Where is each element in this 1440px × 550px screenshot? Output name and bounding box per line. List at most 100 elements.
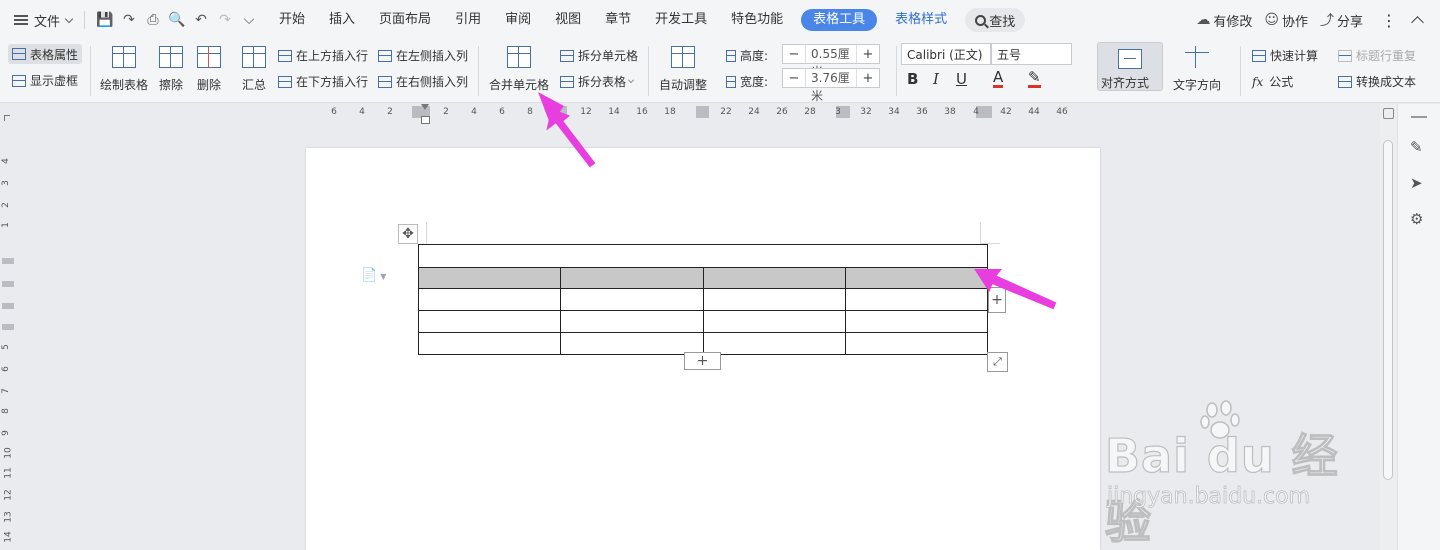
customize-icon[interactable]: ⌵ — [237, 8, 261, 32]
height-increase-button[interactable]: + — [857, 47, 879, 62]
height-value[interactable]: 0.55厘米 — [805, 45, 857, 79]
tab-review[interactable]: 审阅 — [493, 0, 543, 40]
tab-table-tools[interactable]: 表格工具 — [801, 9, 878, 31]
erase-button[interactable]: 擦除 — [159, 46, 183, 93]
italic-button[interactable]: I — [933, 70, 939, 88]
insert-row-below-button[interactable]: 在下方插入行 — [278, 73, 368, 90]
table-cell[interactable] — [560, 332, 704, 355]
document-table[interactable] — [417, 244, 989, 355]
tab-section[interactable]: 章节 — [593, 0, 643, 40]
tab-page-layout[interactable]: 页面布局 — [367, 0, 443, 40]
formula-button[interactable]: fx 公式 — [1252, 73, 1293, 90]
collapse-ribbon-button[interactable] — [1411, 13, 1424, 29]
width-decrease-button[interactable]: − — [783, 71, 805, 86]
tab-developer[interactable]: 开发工具 — [643, 0, 719, 40]
table-cell[interactable] — [844, 288, 989, 311]
tab-special[interactable]: 特色功能 — [719, 0, 795, 40]
pen-icon[interactable]: ✎ — [1410, 138, 1423, 156]
table-cell[interactable] — [417, 332, 562, 355]
table-cell[interactable] — [417, 288, 562, 311]
table-properties-button[interactable]: 表格属性 — [8, 44, 83, 64]
merged-cell[interactable] — [418, 244, 988, 268]
highlight-button[interactable]: ✎ — [1028, 70, 1041, 88]
font-color-button[interactable]: A — [993, 70, 1004, 88]
insert-col-left-button[interactable]: 在左侧插入列 — [378, 47, 468, 64]
search-button[interactable]: 查找 — [965, 8, 1026, 32]
panel-handle[interactable] — [1411, 116, 1427, 118]
file-menu[interactable]: 文件 — [0, 0, 76, 40]
bold-button[interactable]: B — [907, 70, 918, 88]
settings-sliders-icon[interactable]: ⚙ — [1410, 210, 1423, 228]
table-cell[interactable] — [702, 332, 846, 355]
table-cell[interactable] — [702, 267, 846, 289]
split-cells-button[interactable]: 拆分单元格 — [560, 47, 638, 64]
table-cell[interactable] — [417, 310, 562, 333]
horizontal-ruler[interactable]: 6 4 2 2 4 6 8 12 14 16 18 22 24 26 28 3 32 34 36 38 4 42 44 46 — [0, 104, 1380, 124]
ruler-tick-label: 8 — [0, 408, 11, 414]
tab-table-style[interactable]: 表格样式 — [883, 0, 959, 40]
tab-view[interactable]: 视图 — [543, 0, 593, 40]
collab-button[interactable]: ☺ 协作 — [1264, 11, 1308, 30]
paragraph-options-icon[interactable]: 📄 ▼ — [361, 268, 386, 283]
text-direction-button[interactable]: 文字方向 — [1173, 46, 1221, 93]
export-icon[interactable]: ↷ — [117, 8, 141, 32]
convert-to-text-button[interactable]: 转换成文本 — [1338, 73, 1416, 90]
table-cell[interactable] — [844, 332, 989, 355]
delete-button[interactable]: 删除 — [197, 46, 221, 93]
table-cell[interactable] — [844, 310, 989, 333]
width-increase-button[interactable]: + — [857, 71, 879, 86]
table-row — [418, 244, 988, 268]
quick-calc-button[interactable]: 快速计算 — [1252, 47, 1318, 64]
table-cell[interactable] — [560, 288, 704, 311]
height-spinner[interactable]: − 0.55厘米 + — [782, 44, 880, 79]
insert-col-right-button[interactable]: 在右侧插入列 — [378, 73, 468, 90]
repeat-header-icon — [1338, 49, 1352, 62]
font-name-select[interactable]: Calibri (正文) — [901, 43, 991, 65]
undo-icon[interactable]: ↶ — [189, 8, 213, 32]
print-preview-icon[interactable]: 🔍 — [165, 8, 189, 32]
add-column-button[interactable]: + — [988, 287, 1006, 313]
tab-home[interactable]: 开始 — [267, 0, 317, 40]
width-spinner[interactable]: − 3.76厘米 + — [782, 68, 880, 103]
merge-cells-button[interactable]: 合并单元格 — [489, 46, 549, 93]
ruler-column-marker[interactable] — [696, 106, 709, 118]
add-row-button[interactable]: + — [684, 352, 721, 370]
insert-row-above-button[interactable]: 在上方插入行 — [278, 47, 368, 64]
font-size-select[interactable]: 五号 — [991, 43, 1072, 65]
split-table-button[interactable]: 拆分表格 — [560, 73, 638, 90]
table-resize-handle[interactable]: ⤢ — [987, 352, 1008, 372]
repeat-header-button[interactable]: 标题行重复 — [1338, 47, 1416, 64]
height-decrease-button[interactable]: − — [783, 47, 805, 62]
left-indent-marker[interactable] — [421, 116, 430, 124]
ruler-column-marker[interactable] — [554, 106, 567, 118]
tab-references[interactable]: 引用 — [443, 0, 493, 40]
table-cell[interactable] — [560, 267, 704, 289]
cursor-icon[interactable]: ➤ — [1410, 174, 1423, 192]
alignment-button[interactable]: 对齐方式 — [1097, 42, 1163, 91]
scroll-top-button[interactable] — [1383, 108, 1394, 119]
show-gridlines-button[interactable]: 显示虚框 — [12, 72, 78, 89]
table-cell[interactable] — [560, 310, 704, 333]
table-cell[interactable] — [702, 310, 846, 333]
ruler-tick-label: 2 — [0, 202, 11, 208]
summary-button[interactable]: 汇总 — [242, 46, 266, 93]
table-cell[interactable] — [844, 267, 989, 289]
tab-insert[interactable]: 插入 — [317, 0, 367, 40]
auto-fit-button[interactable]: 自动调整 — [659, 46, 707, 93]
save-icon[interactable]: 💾 — [93, 8, 117, 32]
modified-button[interactable]: ☁ 有修改 — [1196, 11, 1252, 30]
table-cell[interactable] — [702, 288, 846, 311]
more-icon[interactable]: ⋮ — [1381, 11, 1397, 30]
ruler-tick-label: 14 — [608, 107, 620, 117]
width-value[interactable]: 3.76厘米 — [805, 69, 857, 103]
print-icon[interactable]: ⎙ — [141, 8, 165, 32]
convert-to-text-label: 转换成文本 — [1356, 75, 1417, 89]
table-cell[interactable] — [417, 267, 562, 289]
share-button[interactable]: ⤴ 分享 — [1320, 10, 1363, 30]
vertical-ruler[interactable]: 4 3 2 1 5 6 7 8 9 10 11 12 13 14 — [0, 120, 16, 550]
first-line-indent-marker[interactable] — [421, 104, 429, 110]
redo-icon[interactable]: ↷ — [213, 8, 237, 32]
underline-button[interactable]: U — [956, 70, 967, 88]
draw-table-button[interactable]: 绘制表格 — [100, 46, 148, 93]
table-move-handle[interactable]: ✥ — [398, 224, 418, 244]
